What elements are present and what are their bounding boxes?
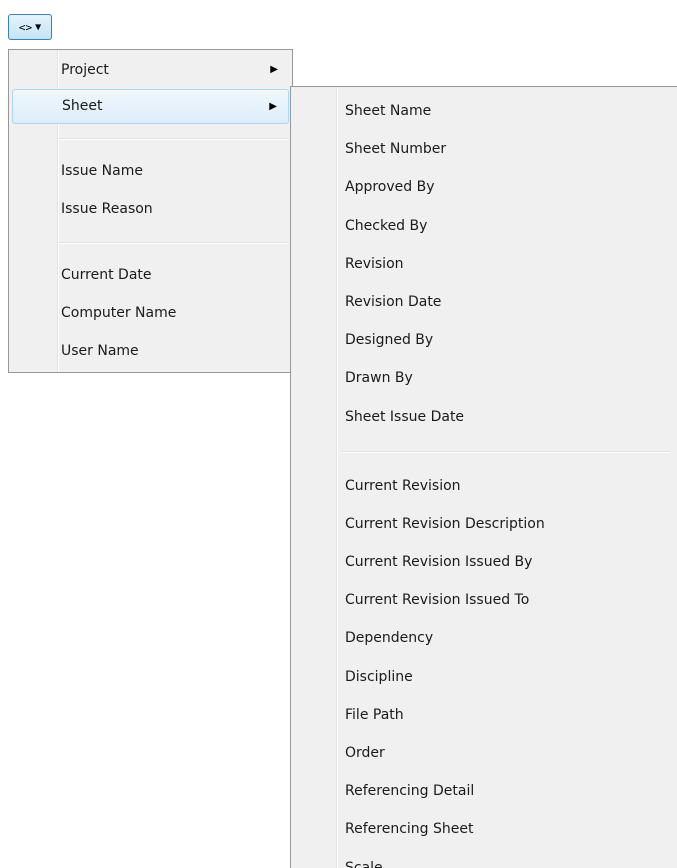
submenu-item-file-path[interactable]: File Path [291,696,677,734]
menu-item-label: Current Date [61,267,152,283]
submenu-item-current-revision-description[interactable]: Current Revision Description [291,505,677,543]
submenu-item-sheet-number[interactable]: Sheet Number [291,130,677,168]
menu-separator [341,450,670,452]
submenu-item-current-revision-issued-by[interactable]: Current Revision Issued By [291,543,677,581]
submenu-item-order[interactable]: Order [291,734,677,772]
submenu-item-label: Scale [345,859,383,868]
code-brackets-icon: <> [18,20,33,34]
submenu-item-label: File Path [345,706,404,723]
submenu-item-designed-by[interactable]: Designed By [291,321,677,359]
menu-item-label: User Name [61,343,139,359]
menu-item-issue-name[interactable]: Issue Name [9,152,292,190]
menu-item-issue-reason[interactable]: Issue Reason [9,190,292,228]
menu-item-project[interactable]: Project ▶ [9,52,292,88]
sheet-submenu: Sheet Name Sheet Number Approved By Chec… [290,86,677,868]
menu-separator [59,138,288,139]
submenu-item-revision-date[interactable]: Revision Date [291,283,677,321]
submenu-item-label: Sheet Issue Date [345,408,465,425]
menu-item-label: Issue Reason [61,201,153,217]
submenu-item-revision[interactable]: Revision [291,245,677,283]
submenu-item-label: Order [345,745,385,761]
menu-item-user-name[interactable]: User Name [9,332,292,370]
menu-item-label: Project [61,62,109,78]
submenu-item-label: Revision [345,255,404,272]
menu-item-current-date[interactable]: Current Date [9,256,292,294]
submenu-item-label: Referencing Detail [345,783,475,800]
submenu-item-drawn-by[interactable]: Drawn By [291,359,677,397]
submenu-arrow-icon: ▶ [269,101,277,112]
submenu-item-label: Dependency [345,630,434,647]
submenu-item-label: Revision Date [345,293,442,310]
insert-field-dropdown-button[interactable]: <> ▼ [8,14,52,40]
menu-item-computer-name[interactable]: Computer Name [9,294,292,332]
menu-item-sheet[interactable]: Sheet ▶ [12,89,289,124]
submenu-item-label: Drawn By [345,370,413,387]
submenu-item-referencing-sheet[interactable]: Referencing Sheet [291,810,677,848]
menu-item-label: Computer Name [61,305,177,321]
submenu-item-scale[interactable]: Scale [291,849,677,868]
submenu-item-dependency[interactable]: Dependency [291,619,677,657]
submenu-item-label: Discipline [345,668,413,685]
submenu-item-label: Current Revision [345,477,461,494]
submenu-item-discipline[interactable]: Discipline [291,658,677,696]
field-menu: Project ▶ Sheet ▶ Issue Name Issue Reaso… [8,49,293,373]
submenu-item-label: Designed By [345,332,434,349]
submenu-item-sheet-name[interactable]: Sheet Name [291,92,677,130]
submenu-arrow-icon: ▶ [270,64,278,75]
submenu-item-label: Referencing Sheet [345,821,474,838]
submenu-item-label: Current Revision Description [345,515,545,532]
submenu-item-label: Current Revision Issued To [345,592,530,609]
submenu-item-label: Approved By [345,179,435,196]
submenu-item-label: Checked By [345,217,428,234]
submenu-item-label: Current Revision Issued By [345,554,533,571]
submenu-item-label: Sheet Number [345,141,447,158]
submenu-item-current-revision-issued-to[interactable]: Current Revision Issued To [291,581,677,619]
submenu-item-approved-by[interactable]: Approved By [291,168,677,206]
menu-item-label: Issue Name [61,163,143,179]
submenu-item-checked-by[interactable]: Checked By [291,207,677,245]
submenu-item-current-revision[interactable]: Current Revision [291,467,677,505]
submenu-item-referencing-detail[interactable]: Referencing Detail [291,772,677,810]
menu-separator [59,242,288,243]
menu-item-label: Sheet [62,98,103,114]
caret-down-icon: ▼ [35,21,42,33]
submenu-item-label: Sheet Name [345,103,432,119]
submenu-item-sheet-issue-date[interactable]: Sheet Issue Date [291,398,677,436]
